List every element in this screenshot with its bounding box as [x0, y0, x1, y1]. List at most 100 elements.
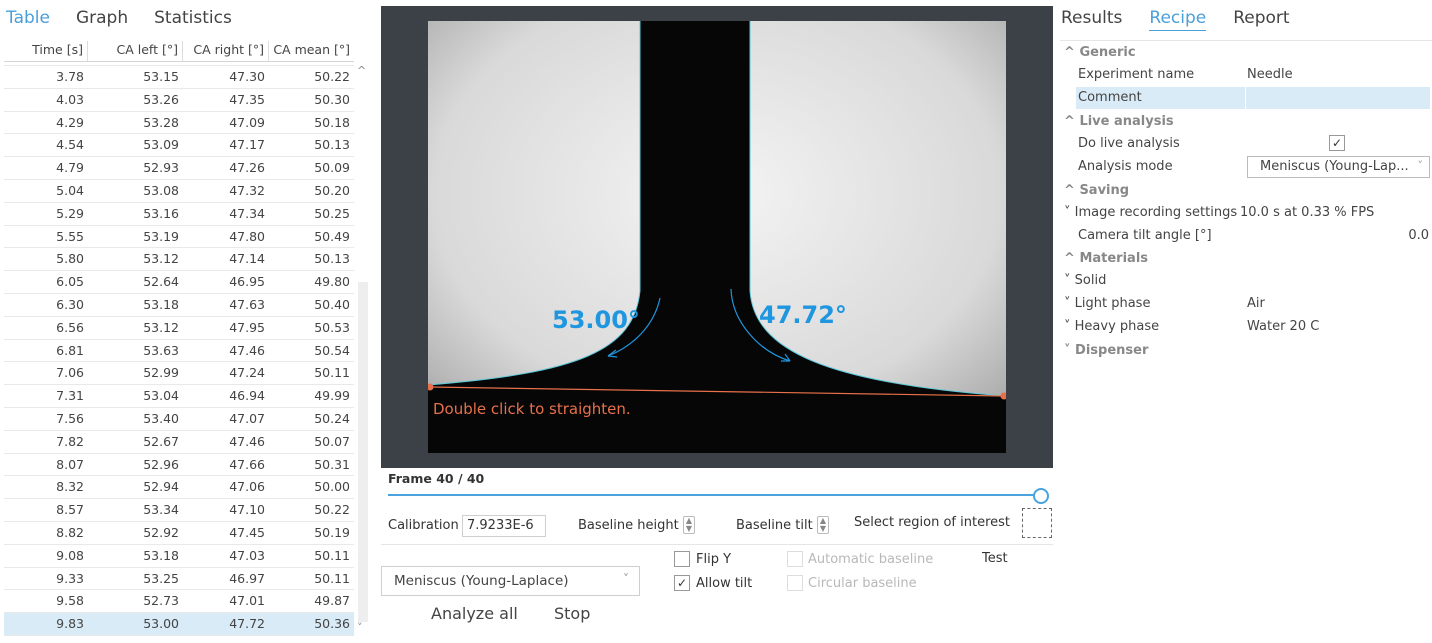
table-cell: 50.31 — [314, 456, 350, 472]
table-cell: 53.16 — [143, 205, 179, 221]
tab-results[interactable]: Results — [1061, 8, 1122, 31]
column-header-time[interactable]: Time [s] — [4, 41, 88, 61]
table-row[interactable]: 7.56 53.40 47.07 50.24 — [4, 408, 354, 431]
frame-slider-track[interactable] — [388, 494, 1038, 496]
table-cell: 5.04 — [56, 182, 84, 198]
table-cell: 6.30 — [56, 296, 84, 312]
table-row[interactable]: 4.29 53.28 47.09 50.18 — [4, 112, 354, 135]
table-cell: 52.94 — [143, 479, 179, 495]
select-roi-icon[interactable] — [1022, 508, 1052, 538]
image-viewer[interactable]: 53.00° 47.72° Double click to straighten… — [381, 6, 1053, 468]
table-cell: 47.46 — [229, 433, 265, 449]
frame-label: Frame 40 / 40 — [388, 471, 485, 486]
stop-button[interactable]: Stop — [554, 604, 590, 623]
do-live-analysis-checkbox[interactable]: ✓ — [1329, 135, 1345, 151]
prop-light-phase[interactable]: ˅ Light phase Air — [1060, 293, 1432, 315]
solid-label: Solid — [1074, 273, 1107, 288]
table-cell: 50.40 — [314, 296, 350, 312]
prop-solid[interactable]: ˅ Solid — [1060, 270, 1432, 292]
table-row[interactable]: 6.56 53.12 47.95 50.53 — [4, 317, 354, 340]
table-row[interactable]: 8.07 52.96 47.66 50.31 — [4, 454, 354, 477]
circular-baseline-checkbox[interactable] — [787, 575, 803, 591]
table-row[interactable]: 4.79 52.93 47.26 50.09 — [4, 157, 354, 180]
table-row[interactable]: 3.78 53.15 47.30 50.22 — [4, 66, 354, 89]
table-row[interactable]: 4.03 53.26 47.35 50.30 — [4, 89, 354, 112]
frame-slider-handle[interactable] — [1033, 488, 1049, 504]
scrollbar-thumb[interactable] — [358, 282, 368, 622]
table-cell: 52.99 — [143, 365, 179, 381]
prop-comment[interactable]: Comment — [1076, 87, 1430, 109]
caret-down-icon: ˅ — [1064, 343, 1071, 358]
table-cell: 47.10 — [229, 502, 265, 518]
scroll-up-icon[interactable]: ^ — [357, 64, 366, 77]
baseline-tilt-spinner[interactable]: ▲ ▼ — [817, 516, 829, 534]
table-cell: 47.72 — [229, 616, 265, 632]
table-row[interactable]: 5.80 53.12 47.14 50.13 — [4, 248, 354, 272]
flip-y-checkbox[interactable] — [674, 551, 690, 567]
prop-camera-tilt[interactable]: Camera tilt angle [°] 0.0 — [1060, 225, 1432, 247]
table-cell: 50.09 — [314, 160, 350, 176]
analyze-all-button[interactable]: Analyze all — [431, 604, 518, 623]
section-live-analysis[interactable]: ^ Live analysis — [1060, 111, 1432, 133]
allow-tilt-checkbox[interactable]: ✓ — [674, 575, 690, 591]
prop-image-recording[interactable]: ˅ Image recording settings 10.0 s at 0.3… — [1060, 202, 1432, 224]
section-generic[interactable]: ^ Generic — [1060, 42, 1432, 64]
table-row[interactable]: 5.55 53.19 47.80 50.49 — [4, 226, 354, 249]
table-row[interactable]: 8.32 52.94 47.06 50.00 — [4, 476, 354, 500]
table-scrollbar[interactable]: ^ ˅ — [356, 62, 370, 640]
table-row[interactable]: 7.06 52.99 47.24 50.11 — [4, 362, 354, 386]
section-saving[interactable]: ^ Saving — [1060, 180, 1432, 202]
tab-table[interactable]: Table — [6, 8, 50, 28]
table-cell: 9.08 — [56, 547, 84, 563]
table-row[interactable]: 8.82 52.92 47.45 50.19 — [4, 522, 354, 545]
table-row[interactable]: 8.57 53.34 47.10 50.22 — [4, 499, 354, 522]
table-cell: 53.26 — [143, 91, 179, 107]
analysis-mode-dropdown[interactable]: Meniscus (Young-Lap... ˅ — [1247, 156, 1430, 178]
prop-do-live-analysis[interactable]: Do live analysis ✓ — [1060, 133, 1432, 155]
camera-tilt-value[interactable]: 0.0 — [1408, 228, 1429, 243]
calibration-input[interactable]: 7.9233E-6 — [462, 515, 546, 537]
tab-recipe[interactable]: Recipe — [1149, 8, 1207, 31]
method-dropdown[interactable]: Meniscus (Young-Laplace) ˅ — [381, 566, 640, 596]
table-cell: 50.54 — [314, 342, 350, 358]
column-header-ca-left[interactable]: CA left [°] — [88, 41, 183, 61]
tab-report[interactable]: Report — [1233, 8, 1289, 31]
table-cell: 50.22 — [314, 502, 350, 518]
table-row[interactable]: 6.05 52.64 46.95 49.80 — [4, 271, 354, 294]
table-cell: 53.25 — [143, 570, 179, 586]
prop-experiment-name[interactable]: Experiment name Needle — [1060, 64, 1432, 86]
experiment-name-label: Experiment name — [1078, 67, 1195, 82]
table-row[interactable]: 4.54 53.09 47.17 50.13 — [4, 134, 354, 158]
table-row[interactable]: 9.33 53.25 46.97 50.11 — [4, 568, 354, 591]
experiment-name-value[interactable]: Needle — [1247, 67, 1293, 82]
column-header-ca-mean[interactable]: CA mean [°] — [269, 41, 354, 61]
table-row[interactable]: 9.58 52.73 47.01 49.87 — [4, 590, 354, 614]
automatic-baseline-checkbox[interactable] — [787, 551, 803, 567]
table-row[interactable]: 5.29 53.16 47.34 50.25 — [4, 203, 354, 226]
table-row[interactable]: 9.08 53.18 47.03 50.11 — [4, 545, 354, 568]
table-row[interactable]: 7.31 53.04 46.94 49.99 — [4, 385, 354, 408]
table-cell: 47.66 — [229, 456, 265, 472]
tab-graph[interactable]: Graph — [76, 8, 128, 28]
caret-down-icon: ˅ — [1064, 319, 1071, 334]
column-header-ca-right[interactable]: CA right [°] — [183, 41, 269, 61]
table-row[interactable]: 6.30 53.18 47.63 50.40 — [4, 294, 354, 317]
table-row[interactable]: 6.81 53.63 47.46 50.54 — [4, 340, 354, 363]
section-dispenser[interactable]: ˅ Dispenser — [1060, 340, 1432, 362]
tab-statistics[interactable]: Statistics — [154, 8, 232, 28]
caret-up-icon: ^ — [1064, 183, 1075, 198]
prop-heavy-phase[interactable]: ˅ Heavy phase Water 20 C — [1060, 316, 1432, 338]
drop-image[interactable]: 53.00° 47.72° Double click to straighten… — [428, 21, 1006, 453]
angle-left-label: 53.00° — [552, 306, 640, 334]
test-button[interactable]: Test — [982, 551, 1008, 566]
table-cell: 46.52 — [183, 62, 269, 65]
table-row[interactable]: 7.82 52.67 47.46 50.07 — [4, 431, 354, 454]
table-row[interactable]: 5.04 53.08 47.32 50.20 — [4, 180, 354, 203]
table-cell: 8.57 — [56, 502, 84, 518]
table-cell: 50.13 — [314, 251, 350, 267]
table-row[interactable]: 9.83 53.00 47.72 50.36 — [4, 613, 354, 636]
section-materials[interactable]: ^ Materials — [1060, 248, 1432, 270]
scroll-down-icon[interactable]: ˅ — [357, 621, 363, 634]
table-body: 3.5353.0846.5249.873.7853.1547.3050.224.… — [4, 62, 354, 640]
baseline-height-spinner[interactable]: ▲ ▼ — [683, 516, 695, 534]
